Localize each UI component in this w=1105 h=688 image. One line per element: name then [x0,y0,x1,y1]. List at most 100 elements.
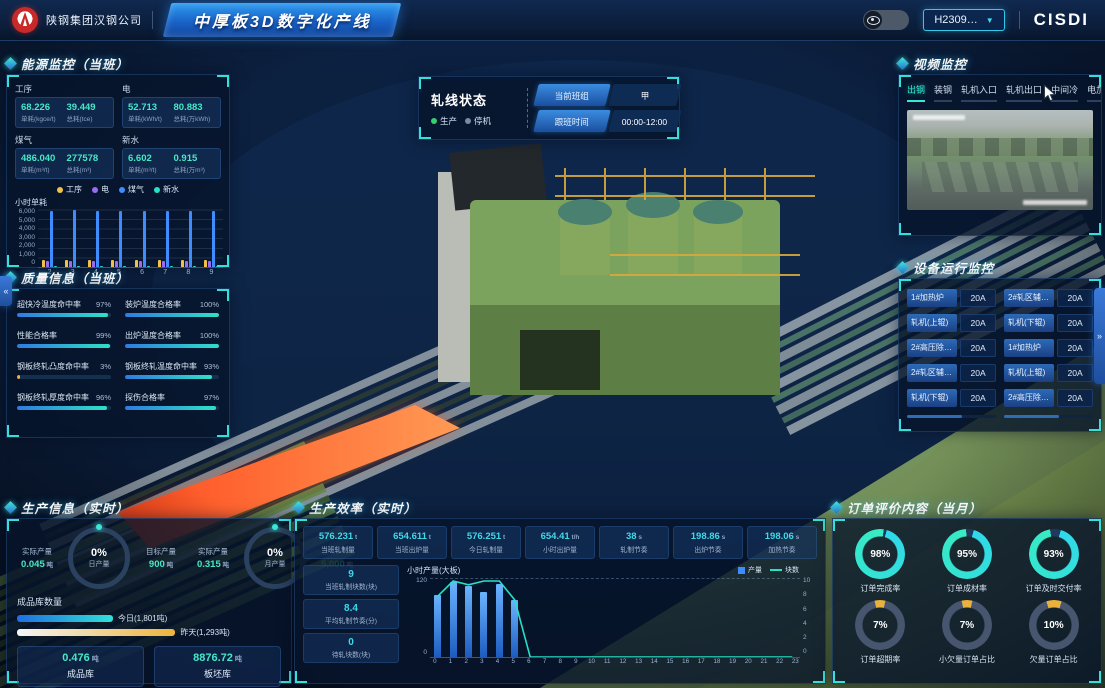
stat-value: 38 s [601,531,667,542]
warehouse-value: 8876.72 吨 [155,652,280,664]
stat-value: 9 [304,569,398,580]
order-donut: 10% [1029,600,1079,650]
camera-tab-出钢[interactable]: 出钢 [907,83,925,102]
equipment-row[interactable]: 2#轧区辅…20A [907,364,996,382]
legend-dot [57,187,63,193]
energy-metric-card: 6.602单耗(m³/t)0.915总耗(万m³) [122,148,221,179]
efficiency-panel-title: 生产效率（实时） [309,498,417,517]
equipment-panel: 1#加热炉20A2#轧区辅…20A轧机(上辊)20A轧机(下辊)20A2#高压除… [898,278,1102,432]
shift-info-label: 跟班时间 [533,110,610,132]
equipment-scrollbar-left[interactable] [907,415,996,418]
x-tick: 20 [740,658,756,665]
device-selector-dropdown[interactable]: H2309… ▼ [923,9,1004,31]
order-percent: 7% [855,600,905,650]
legend-item-新水[interactable]: 新水 [154,184,179,195]
order-donut: 95% [942,529,992,579]
equipment-value: 20A [1057,289,1093,307]
camera-tab-轧机入口[interactable]: 轧机入口 [961,83,997,102]
equipment-label: 轧机(上辊) [1004,364,1054,382]
legend-item-产量[interactable]: 产量 [738,565,762,575]
quality-item: 装炉温度合格率100% [125,299,219,317]
target-output-stat: 目标产量900 吨 [135,546,187,570]
stat-label: 实际产量 [187,546,239,557]
equipment-row[interactable]: 2#轧区辅…20A [1004,289,1093,307]
legend-label: 煤气 [128,184,144,195]
equipment-value: 20A [960,289,996,307]
quality-item: 钢板终轧凸度命中率3% [17,361,111,379]
energy-metric-name: 新水 [122,134,221,146]
bar-煤气 [96,211,99,267]
quality-bar-track [125,375,219,379]
visibility-toggle[interactable] [863,10,909,30]
bar-电 [69,261,72,267]
left-collapse-handle[interactable]: « [0,276,12,306]
y-tick: 2 [803,635,817,642]
camera-tab-轧机出口[interactable]: 轧机出口 [1006,83,1042,102]
equipment-label: 1#加热炉 [907,289,957,307]
camera-feed[interactable] [907,110,1093,210]
equipment-row[interactable]: 2#高压除…20A [907,339,996,357]
x-tick: 8 [552,658,568,665]
camera-tab-装钢[interactable]: 装钢 [934,83,952,102]
y-tick: 3,000 [9,235,35,242]
quality-item: 钢板终轧厚度命中率96% [17,392,111,410]
status-divider [527,88,528,128]
right-collapse-handle[interactable]: » [1094,288,1105,384]
inventory-bars: 今日(1,801吨)昨天(1,293吨) [7,610,291,638]
quality-bar-fill [125,375,212,379]
order-gauges-grid: 98%订单完成率95%订单成材率93%订单及时交付率7%订单超期率7%小欠量订单… [833,519,1101,675]
x-tick: 6 [521,658,537,665]
donut-name: 月产量 [265,559,286,569]
bar-group [204,209,219,267]
stat-unit: t [353,534,357,541]
quality-percent: 93% [204,362,219,371]
equipment-value: 20A [960,339,996,357]
quality-percent: 96% [96,393,111,402]
equipment-row[interactable]: 轧机(上辊)20A [907,314,996,332]
equipment-value: 20A [1057,314,1093,332]
order-gauge: 7%订单超期率 [839,600,922,665]
stat-unit: t/h [570,534,580,541]
legend-item-块数[interactable]: 块数 [770,565,799,575]
energy-chart-plot [38,209,223,268]
quality-item: 探伤合格率97% [125,392,219,410]
quality-item: 性能合格率99% [17,330,111,348]
bar-group [135,209,150,267]
bar-煤气 [73,210,76,267]
stat-label: 今日轧制量 [453,544,519,554]
order-donut: 7% [942,600,992,650]
camera-tab-电加热[interactable]: 电加热 [1087,83,1101,102]
quality-label: 出炉温度合格率 [125,330,181,341]
legend-item-工序[interactable]: 工序 [57,184,82,195]
efficiency-side-card: 0待轧块数(块) [303,633,399,663]
quality-item: 超快冷温度命中率97% [17,299,111,317]
legend-item-煤气[interactable]: 煤气 [119,184,144,195]
energy-metric-group: 电52.713单耗(kWh/t)80.883总耗(万kWh) [122,83,221,128]
equipment-row[interactable]: 轧机(下辊)20A [907,389,996,407]
legend-dot [92,187,98,193]
x-tick: 11 [599,658,615,665]
equipment-row[interactable]: 2#高压除…20A [1004,389,1093,407]
energy-metric-card: 68.226单耗(kgce/t)39.449总耗(tce) [15,97,114,128]
quality-label: 钢板终轧凸度命中率 [17,361,89,372]
shift-info-label: 当前班组 [533,84,610,106]
equipment-row[interactable]: 轧机(上辊)20A [1004,364,1093,382]
quality-bar-fill [125,313,219,317]
equipment-value: 20A [1057,364,1093,382]
energy-metric-col: 80.883总耗(万kWh) [174,102,216,123]
equipment-row[interactable]: 1#加热炉20A [907,289,996,307]
stat-unit: s [637,534,642,541]
stat-value: 654.611 t [379,531,445,542]
efficiency-side-card: 8.4平均轧制节奏(分) [303,599,399,629]
energy-metric-group: 煤气486.040单耗(m³/t)277578总耗(m³) [15,134,114,179]
equipment-row[interactable]: 轧机(下辊)20A [1004,314,1093,332]
quality-panel: 超快冷温度命中率97%装炉温度合格率100%性能合格率99%出炉温度合格率100… [6,288,230,438]
legend-item-电[interactable]: 电 [92,184,109,195]
legend-label: 工序 [66,184,82,195]
output-chart-legend: 产量块数 [738,565,799,575]
bar-煤气 [166,211,169,267]
equipment-row[interactable]: 1#加热炉20A [1004,339,1093,357]
equipment-scrollbar-right[interactable] [1004,415,1093,418]
quality-label: 超快冷温度命中率 [17,299,81,310]
warehouse-box: 8876.72 吨板坯库 [154,646,281,687]
